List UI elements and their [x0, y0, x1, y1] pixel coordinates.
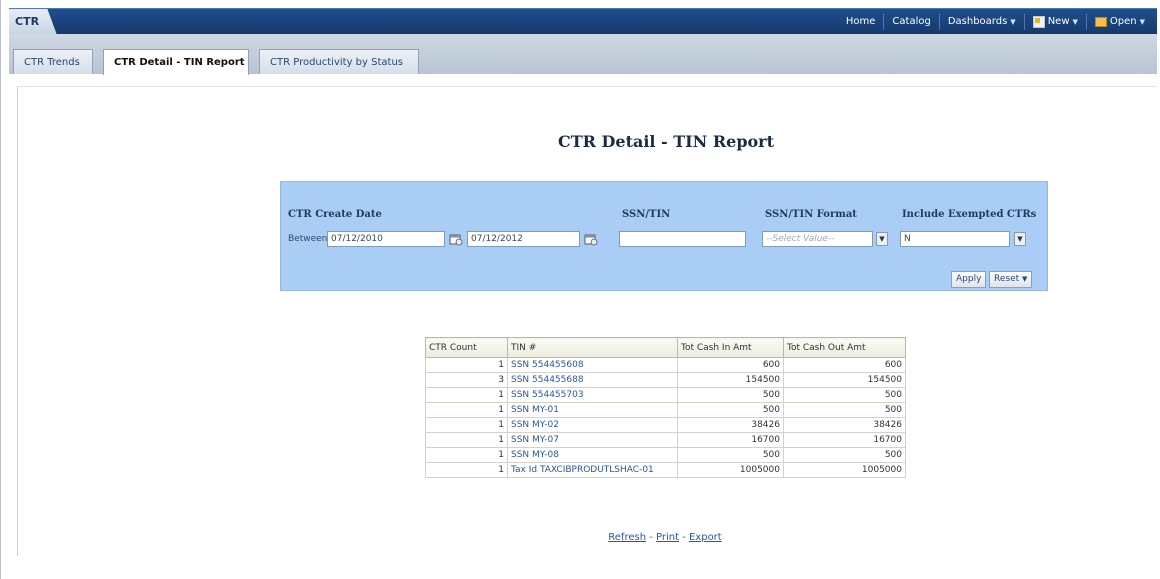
cash-in-cell: 1005000: [677, 462, 784, 478]
nav-dashboards-label[interactable]: Dashboards: [948, 14, 1007, 30]
chevron-down-icon: ▼: [1139, 18, 1145, 26]
between-label: Between: [288, 234, 328, 244]
new-document-icon: [1032, 16, 1045, 28]
cash-in-cell: 16700: [677, 432, 784, 448]
column-header-tin: TIN #: [507, 337, 678, 358]
ssn-tin-format-label: SSN/TIN Format: [765, 209, 857, 220]
ctr-count-cell: 1: [425, 447, 508, 463]
dashboard-tabs: CTR Trends CTR Detail - TIN Report CTR P…: [9, 34, 1157, 75]
date-to-input[interactable]: 07/12/2012: [467, 231, 580, 247]
folder-icon: [1094, 17, 1107, 27]
ctr-count-cell: 1: [425, 387, 508, 403]
chevron-down-icon: ▼: [1010, 18, 1016, 26]
top-bar: CTR Home Catalog Dashboards ▼ New ▼ Open ▼: [9, 8, 1157, 35]
nav-catalog-label[interactable]: Catalog: [892, 14, 930, 30]
table-row: 1 SSN 554455703 500 500: [425, 387, 906, 403]
cash-in-cell: 500: [677, 387, 784, 403]
reset-label[interactable]: Reset: [994, 274, 1019, 284]
browser-frame: CTR Home Catalog Dashboards ▼ New ▼ Open ▼ …: [0, 0, 1160, 579]
chevron-down-icon: ▼: [1022, 275, 1028, 283]
tin-cell[interactable]: SSN MY-01: [507, 402, 678, 418]
ctr-count-cell: 1: [425, 462, 508, 478]
ctr-count-cell: 3: [425, 372, 508, 388]
reset-button[interactable]: Reset ▼: [989, 271, 1033, 288]
calendar-icon[interactable]: [449, 232, 463, 246]
link-separator: -: [646, 532, 656, 543]
dashboard-content: [17, 86, 1157, 556]
report-links: Refresh - Print - Export: [425, 532, 905, 543]
nav-dashboards[interactable]: Dashboards ▼: [938, 14, 1024, 30]
ctr-table: CTR Count TIN # Tot Cash In Amt Tot Cash…: [425, 337, 906, 478]
refresh-link[interactable]: Refresh: [608, 532, 646, 543]
tin-cell[interactable]: SSN 554455688: [507, 372, 678, 388]
chevron-down-icon[interactable]: ▼: [1014, 232, 1026, 246]
ctr-count-cell: 1: [425, 357, 508, 373]
date-from-input[interactable]: 07/12/2010: [327, 231, 445, 247]
table-body: 1 SSN 554455608 600 600 3 SSN 554455688 154500…: [425, 357, 906, 478]
tin-cell[interactable]: SSN 554455608: [507, 357, 678, 373]
nav-open-label[interactable]: Open: [1110, 14, 1137, 30]
ssn-tin-input[interactable]: [619, 231, 746, 247]
table-row: 1 SSN MY-08 500 500: [425, 447, 906, 463]
tin-cell[interactable]: SSN MY-08: [507, 447, 678, 463]
cash-in-cell: 500: [677, 447, 784, 463]
print-link[interactable]: Print: [656, 532, 679, 543]
nav-catalog[interactable]: Catalog: [883, 14, 938, 30]
column-header-cash-in: Tot Cash In Amt: [677, 337, 784, 358]
cash-out-cell: 600: [783, 357, 906, 373]
create-date-label: CTR Create Date: [288, 209, 382, 220]
cash-in-cell: 500: [677, 402, 784, 418]
global-nav: Home Catalog Dashboards ▼ New ▼ Open ▼: [838, 9, 1153, 35]
prompt-panel: CTR Create Date Between 07/12/2010 07/12…: [280, 181, 1048, 291]
cash-out-cell: 154500: [783, 372, 906, 388]
tin-cell[interactable]: SSN MY-07: [507, 432, 678, 448]
nav-new-label[interactable]: New: [1048, 14, 1070, 30]
cash-in-cell: 154500: [677, 372, 784, 388]
table-row: 1 SSN MY-07 16700 16700: [425, 432, 906, 448]
table-header-row: CTR Count TIN # Tot Cash In Amt Tot Cash…: [425, 337, 906, 358]
include-exempted-label: Include Exempted CTRs: [902, 209, 1037, 220]
tin-cell[interactable]: SSN MY-02: [507, 417, 678, 433]
nav-home[interactable]: Home: [838, 14, 884, 30]
table-row: 1 SSN 554455608 600 600: [425, 357, 906, 373]
cash-out-cell: 38426: [783, 417, 906, 433]
cash-out-cell: 500: [783, 387, 906, 403]
table-row: 1 Tax Id TAXCIBPRODUTLSHAC-01 1005000 10050…: [425, 462, 906, 478]
nav-open[interactable]: Open ▼: [1085, 14, 1153, 30]
table-row: 3 SSN 554455688 154500 154500: [425, 372, 906, 388]
app-title-tab[interactable]: CTR: [9, 9, 57, 35]
tin-cell[interactable]: SSN 554455703: [507, 387, 678, 403]
calendar-icon[interactable]: [584, 232, 598, 246]
ctr-count-cell: 1: [425, 432, 508, 448]
tab-ctr-productivity-by-status[interactable]: CTR Productivity by Status: [259, 49, 419, 74]
chevron-down-icon: ▼: [1072, 18, 1078, 26]
include-exempted-select[interactable]: N: [900, 231, 1010, 247]
cash-out-cell: 500: [783, 447, 906, 463]
cash-in-cell: 600: [677, 357, 784, 373]
export-link[interactable]: Export: [689, 532, 722, 543]
ssn-tin-format-select[interactable]: --Select Value--: [762, 231, 873, 247]
table-row: 1 SSN MY-02 38426 38426: [425, 417, 906, 433]
cash-out-cell: 16700: [783, 432, 906, 448]
cash-out-cell: 500: [783, 402, 906, 418]
column-header-cash-out: Tot Cash Out Amt: [783, 337, 906, 358]
table-row: 1 SSN MY-01 500 500: [425, 402, 906, 418]
ssn-tin-label: SSN/TIN: [622, 209, 671, 220]
nav-home-label[interactable]: Home: [846, 14, 876, 30]
tin-cell[interactable]: Tax Id TAXCIBPRODUTLSHAC-01: [507, 462, 678, 478]
cash-out-cell: 1005000: [783, 462, 906, 478]
column-header-ctr-count: CTR Count: [425, 337, 508, 358]
chevron-down-icon[interactable]: ▼: [876, 232, 888, 246]
ctr-count-cell: 1: [425, 417, 508, 433]
cash-in-cell: 38426: [677, 417, 784, 433]
apply-button[interactable]: Apply: [951, 271, 987, 288]
tab-ctr-trends[interactable]: CTR Trends: [13, 49, 93, 74]
ctr-count-cell: 1: [425, 402, 508, 418]
link-separator: -: [679, 532, 689, 543]
tab-ctr-detail-tin-report[interactable]: CTR Detail - TIN Report: [103, 49, 249, 75]
nav-new[interactable]: New ▼: [1023, 14, 1086, 30]
page-title: CTR Detail - TIN Report: [558, 132, 774, 151]
